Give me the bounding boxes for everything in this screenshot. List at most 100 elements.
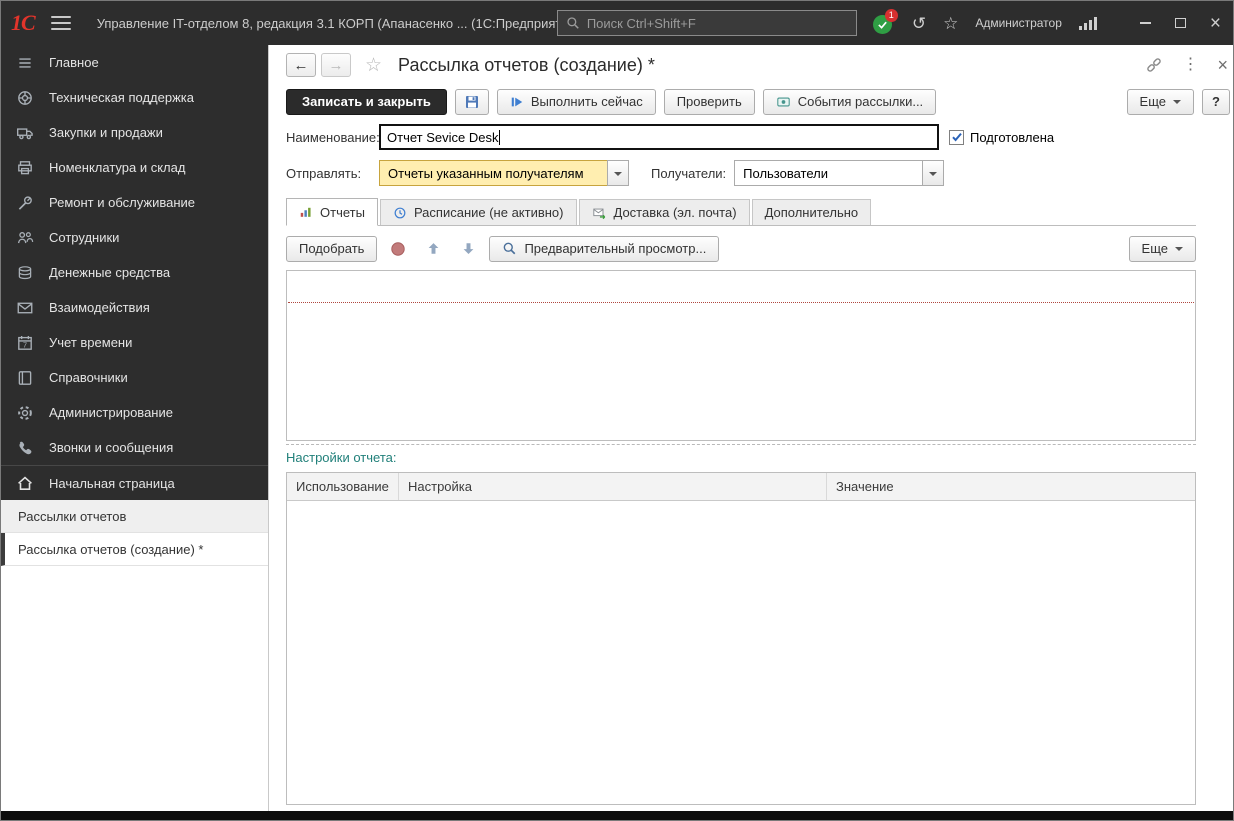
recipients-select[interactable]: Пользователи (734, 160, 945, 186)
main-menu-icon[interactable] (50, 16, 71, 30)
check-button[interactable]: Проверить (663, 88, 755, 115)
report-settings-label: Настройки отчета: (286, 450, 397, 465)
floppy-icon (465, 95, 478, 108)
move-down-button[interactable] (454, 236, 482, 262)
svg-text:7: 7 (23, 340, 27, 349)
reports-more-button[interactable]: Еще (1128, 235, 1196, 262)
sidebar-item-catalogs[interactable]: Справочники (1, 360, 268, 395)
app-window: 1С Управление IT-отделом 8, редакция 3.1… (0, 0, 1234, 821)
form-close-icon[interactable]: × (1217, 56, 1228, 74)
name-input[interactable]: Отчет Sevice Desk (379, 124, 939, 150)
help-button[interactable]: ? (1202, 88, 1230, 115)
text-caret (499, 129, 501, 145)
pick-reports-button[interactable]: Подобрать (286, 235, 378, 262)
move-up-button[interactable] (419, 236, 447, 262)
run-icon (511, 97, 523, 106)
book-icon (18, 370, 32, 385)
prepared-checkbox[interactable]: Подготовлена (949, 129, 1054, 145)
chevron-down-icon (614, 171, 622, 176)
reports-toolbar: Подобрать Предварительный просмотр... Ещ… (286, 235, 1196, 262)
connection-status-icon[interactable] (1078, 16, 1097, 30)
report-settings-table[interactable]: Использование Настройка Значение (286, 472, 1196, 805)
more-button[interactable]: Еще (1126, 88, 1194, 115)
form-menu-kebab-icon[interactable]: ⋮ (1182, 57, 1198, 73)
sidebar: Главное Техническая поддержка Закупки и … (1, 45, 269, 811)
form-header: ← → ☆ Рассылка отчетов (создание) * ⋮ × (286, 51, 1230, 79)
sidebar-item-interactions[interactable]: Взаимодействия (1, 290, 268, 325)
window-title: Управление IT-отделом 8, редакция 3.1 КО… (96, 15, 557, 31)
page-title: Рассылка отчетов (создание) * (398, 54, 655, 75)
column-header-setting[interactable]: Настройка (399, 473, 827, 500)
sidebar-item-warehouse[interactable]: Номенклатура и склад (1, 150, 268, 185)
get-link-icon[interactable] (1145, 56, 1163, 74)
truck-icon (17, 127, 33, 139)
sidebar-item-employees[interactable]: Сотрудники (1, 220, 268, 255)
reports-list[interactable] (286, 270, 1196, 441)
sidebar-item-time-tracking[interactable]: 7 Учет времени (1, 325, 268, 360)
arrow-down-icon (463, 243, 474, 254)
home-icon (18, 476, 32, 490)
name-label: Наименование: (286, 129, 380, 145)
settings-table-header: Использование Настройка Значение (287, 473, 1195, 501)
chevron-down-icon (1175, 247, 1183, 251)
save-and-close-button[interactable]: Записать и закрыть (286, 88, 447, 115)
favorites-star-icon[interactable]: ☆ (943, 15, 958, 32)
sidebar-item-money[interactable]: Денежные средства (1, 255, 268, 290)
search-placeholder: Поиск Ctrl+Shift+F (586, 15, 696, 31)
sidebar-item-support[interactable]: Техническая поддержка (1, 80, 268, 115)
global-search-input[interactable]: Поиск Ctrl+Shift+F (556, 10, 857, 36)
sidebar-item-main[interactable]: Главное (1, 45, 268, 80)
back-button[interactable]: ← (286, 53, 316, 77)
phone-icon (19, 441, 32, 454)
tab-reports[interactable]: Отчеты (286, 198, 378, 226)
insertion-marker (288, 302, 1194, 303)
coins-icon (18, 265, 32, 279)
remove-report-button[interactable] (384, 236, 412, 262)
tab-schedule[interactable]: Расписание (не активно) (379, 199, 577, 225)
sections-icon (19, 57, 31, 68)
minimize-button[interactable] (1139, 22, 1151, 24)
form-toolbar: Записать и закрыть Выполнить сейчас Пров… (286, 88, 1230, 115)
window-close-button[interactable]: × (1210, 14, 1221, 33)
sidebar-item-repair[interactable]: Ремонт и обслуживание (1, 185, 268, 220)
splitter-handle[interactable] (286, 444, 1196, 445)
wrench-icon (18, 195, 32, 210)
support-lifebuoy-icon (18, 90, 32, 105)
maximize-button[interactable] (1174, 18, 1186, 28)
history-icon[interactable]: ↺ (912, 15, 926, 32)
chevron-down-icon (1173, 100, 1181, 104)
column-header-usage[interactable]: Использование (287, 473, 399, 500)
notifications-icon[interactable]: 1 (872, 9, 898, 34)
form-area: ← → ☆ Рассылка отчетов (создание) * ⋮ × (269, 45, 1233, 811)
people-icon (17, 231, 34, 243)
red-circle-icon (391, 241, 406, 256)
column-header-value[interactable]: Значение (827, 473, 1195, 500)
chevron-down-icon (929, 171, 938, 176)
sidebar-item-calls-messages[interactable]: Звонки и сообщения (1, 430, 268, 465)
current-user-menu[interactable]: Администратор (975, 16, 1062, 30)
tab-delivery[interactable]: Доставка (эл. почта) (578, 199, 750, 225)
send-label: Отправлять: (286, 165, 362, 181)
run-now-button[interactable]: Выполнить сейчас (496, 88, 656, 115)
open-window-report-mailing-new[interactable]: Рассылка отчетов (создание) * (1, 533, 268, 566)
arrow-up-icon (428, 243, 439, 254)
sidebar-item-home-page[interactable]: Начальная страница (1, 465, 268, 500)
save-button[interactable] (454, 88, 489, 115)
gear-icon (18, 405, 32, 420)
onec-logo: 1С (11, 10, 36, 35)
sidebar-item-administration[interactable]: Администрирование (1, 395, 268, 430)
printer-box-icon (18, 160, 32, 174)
mailing-events-button[interactable]: События рассылки... (762, 88, 937, 115)
settings-table-body[interactable] (287, 501, 1195, 804)
send-select[interactable]: Отчеты указанным получателям (379, 160, 629, 186)
send-select-dropdown-button[interactable] (607, 160, 629, 186)
preview-button[interactable]: Предварительный просмотр... (489, 235, 720, 262)
events-icon (777, 97, 790, 106)
add-to-favorites-star-icon[interactable]: ☆ (365, 54, 382, 77)
forward-button[interactable]: → (321, 53, 351, 77)
recipients-select-dropdown-button[interactable] (922, 160, 945, 186)
tab-additional[interactable]: Дополнительно (751, 199, 872, 225)
envelope-icon (17, 302, 33, 313)
open-window-report-mailings[interactable]: Рассылки отчетов (1, 500, 268, 533)
sidebar-item-purchases-sales[interactable]: Закупки и продажи (1, 115, 268, 150)
